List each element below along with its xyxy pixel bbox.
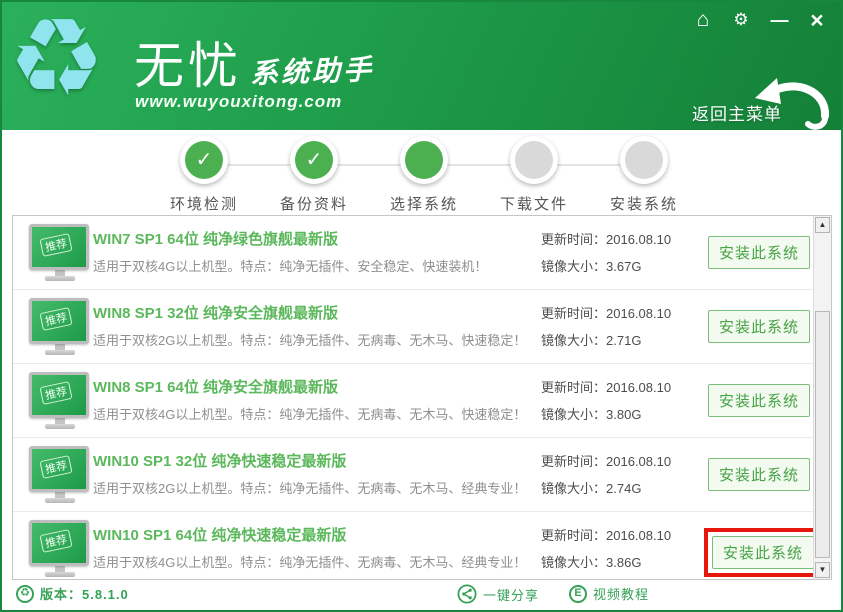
image-size-label: 镜像大小： xyxy=(541,259,606,274)
version-info: ♻ 版本：5.8.1.0 xyxy=(16,584,129,603)
check-icon: ✓ xyxy=(196,150,213,170)
image-size-value: 3.80G xyxy=(606,407,641,422)
step-dot: ✓ xyxy=(185,141,223,179)
website-url: www.wuyouxitong.com xyxy=(135,92,342,112)
app-header: ♻ 无忧 系统助手 www.wuyouxitong.com ⌂ ⚙ — × 返回… xyxy=(2,2,841,130)
os-list-item[interactable]: 推荐 WIN10 SP1 32位 纯净快速稳定最新版 适用于双核2G以上机型。特… xyxy=(13,438,831,512)
recommended-badge: 推荐 xyxy=(39,307,72,331)
video-tutorial-button[interactable]: E 视频教程 xyxy=(569,584,649,603)
step-label: 环境检测 xyxy=(170,193,238,214)
one-click-share-button[interactable]: 一键分享 xyxy=(457,584,539,604)
recommended-badge: 推荐 xyxy=(39,455,72,479)
wizard-steps-bar: ✓ 环境检测 ✓ 备份资料 选择系统 下载文件 安装系统 xyxy=(2,130,841,215)
version-recycle-icon: ♻ xyxy=(16,585,34,603)
scroll-down-icon[interactable]: ▼ xyxy=(815,562,830,578)
image-size-value: 2.74G xyxy=(606,481,641,496)
scroll-up-icon[interactable]: ▲ xyxy=(815,217,830,233)
update-time-label: 更新时间： xyxy=(541,454,606,469)
step-dot xyxy=(405,141,443,179)
recommended-monitor-icon: 推荐 xyxy=(29,298,91,355)
os-description: 适用于双核2G以上机型。特点：纯净无插件、无病毒、无木马、快速稳定！ xyxy=(93,330,526,349)
install-system-button[interactable]: 安装此系统 xyxy=(708,384,810,417)
os-list-item[interactable]: 推荐 WIN8 SP1 32位 纯净安全旗舰最新版 适用于双核2G以上机型。特点… xyxy=(13,290,831,364)
step-label: 选择系统 xyxy=(390,193,458,214)
step-label: 下载文件 xyxy=(500,193,568,214)
step-dot xyxy=(625,141,663,179)
step-label: 安装系统 xyxy=(610,193,678,214)
update-time-label: 更新时间： xyxy=(541,380,606,395)
os-description: 适用于双核2G以上机型。特点：纯净无插件、无病毒、无木马、经典专业！ xyxy=(93,478,526,497)
install-system-button[interactable]: 安装此系统 xyxy=(708,458,810,491)
scrollbar-thumb[interactable] xyxy=(815,311,830,558)
step-backup: ✓ 备份资料 xyxy=(259,136,369,214)
update-time-value: 2016.08.10 xyxy=(606,528,671,543)
recommended-badge: 推荐 xyxy=(39,529,72,553)
check-icon: ✓ xyxy=(306,150,323,170)
os-title: WIN10 SP1 32位 纯净快速稳定最新版 xyxy=(93,450,346,471)
footer-bar: ♻ 版本：5.8.1.0 一键分享 E 视频教程 xyxy=(2,580,841,610)
video-tutorial-icon: E xyxy=(569,585,587,603)
close-button[interactable]: × xyxy=(805,8,829,32)
step-dot xyxy=(515,141,553,179)
update-time-value: 2016.08.10 xyxy=(606,454,671,469)
os-title: WIN8 SP1 32位 纯净安全旗舰最新版 xyxy=(93,302,338,323)
minimize-button[interactable]: — xyxy=(767,8,791,32)
image-size-value: 2.71G xyxy=(606,333,641,348)
update-time-label: 更新时间： xyxy=(541,306,606,321)
os-list: 推荐 WIN7 SP1 64位 纯净绿色旗舰最新版 适用于双核4G以上机型。特点… xyxy=(12,215,832,580)
step-install: 安装系统 xyxy=(589,136,699,214)
update-time-value: 2016.08.10 xyxy=(606,306,671,321)
image-size-value: 3.86G xyxy=(606,555,641,570)
step-download: 下载文件 xyxy=(479,136,589,214)
image-size-label: 镜像大小： xyxy=(541,333,606,348)
video-label: 视频教程 xyxy=(593,584,649,603)
version-label: 版本：5.8.1.0 xyxy=(40,584,129,603)
image-size-label: 镜像大小： xyxy=(541,555,606,570)
recommended-monitor-icon: 推荐 xyxy=(29,372,91,429)
step-env-check: ✓ 环境检测 xyxy=(149,136,259,214)
recommended-badge: 推荐 xyxy=(39,381,72,405)
list-scrollbar[interactable]: ▲ ▼ xyxy=(813,216,831,579)
image-size-value: 3.67G xyxy=(606,259,641,274)
update-time-label: 更新时间： xyxy=(541,232,606,247)
install-system-button[interactable]: 安装此系统 xyxy=(708,236,810,269)
step-select-system: 选择系统 xyxy=(369,136,479,214)
step-dot: ✓ xyxy=(295,141,333,179)
update-time-value: 2016.08.10 xyxy=(606,232,671,247)
os-description: 适用于双核4G以上机型。特点：纯净无插件、无病毒、无木马、快速稳定！ xyxy=(93,404,526,423)
install-system-button[interactable]: 安装此系统 xyxy=(712,536,814,569)
os-list-item[interactable]: 推荐 WIN10 SP1 64位 纯净快速稳定最新版 适用于双核4G以上机型。特… xyxy=(13,512,831,586)
recycle-logo-icon: ♻ xyxy=(8,0,105,118)
os-description: 适用于双核4G以上机型。特点：纯净无插件、安全稳定、快速装机！ xyxy=(93,256,487,275)
red-highlight-box: 安装此系统 xyxy=(704,528,822,577)
share-label: 一键分享 xyxy=(483,585,539,604)
recommended-monitor-icon: 推荐 xyxy=(29,224,91,281)
image-size-label: 镜像大小： xyxy=(541,407,606,422)
update-time-value: 2016.08.10 xyxy=(606,380,671,395)
image-size-label: 镜像大小： xyxy=(541,481,606,496)
return-menu-label: 返回主菜单 xyxy=(692,100,782,125)
return-main-menu-button[interactable]: 返回主菜单 xyxy=(692,78,827,128)
os-title: WIN8 SP1 64位 纯净安全旗舰最新版 xyxy=(93,376,338,397)
settings-gear-icon[interactable]: ⚙ xyxy=(729,8,753,32)
recommended-badge: 推荐 xyxy=(39,233,72,257)
os-list-item[interactable]: 推荐 WIN7 SP1 64位 纯净绿色旗舰最新版 适用于双核4G以上机型。特点… xyxy=(13,216,831,290)
step-label: 备份资料 xyxy=(280,193,348,214)
os-description: 适用于双核4G以上机型。特点：纯净无插件、无病毒、无木马、经典专业！ xyxy=(93,552,526,571)
app-window: { "header": { "logo_icon": "♻", "title_m… xyxy=(0,0,843,612)
share-icon xyxy=(457,584,477,604)
install-system-button[interactable]: 安装此系统 xyxy=(708,310,810,343)
os-list-item[interactable]: 推荐 WIN8 SP1 64位 纯净安全旗舰最新版 适用于双核4G以上机型。特点… xyxy=(13,364,831,438)
home-icon[interactable]: ⌂ xyxy=(691,8,715,32)
os-title: WIN10 SP1 64位 纯净快速稳定最新版 xyxy=(93,524,346,545)
recommended-monitor-icon: 推荐 xyxy=(29,520,91,577)
app-title: 无忧 xyxy=(134,26,242,98)
os-title: WIN7 SP1 64位 纯净绿色旗舰最新版 xyxy=(93,228,338,249)
titlebar-controls: ⌂ ⚙ — × xyxy=(691,8,829,32)
recommended-monitor-icon: 推荐 xyxy=(29,446,91,503)
update-time-label: 更新时间： xyxy=(541,528,606,543)
app-subtitle: 系统助手 xyxy=(249,48,374,92)
